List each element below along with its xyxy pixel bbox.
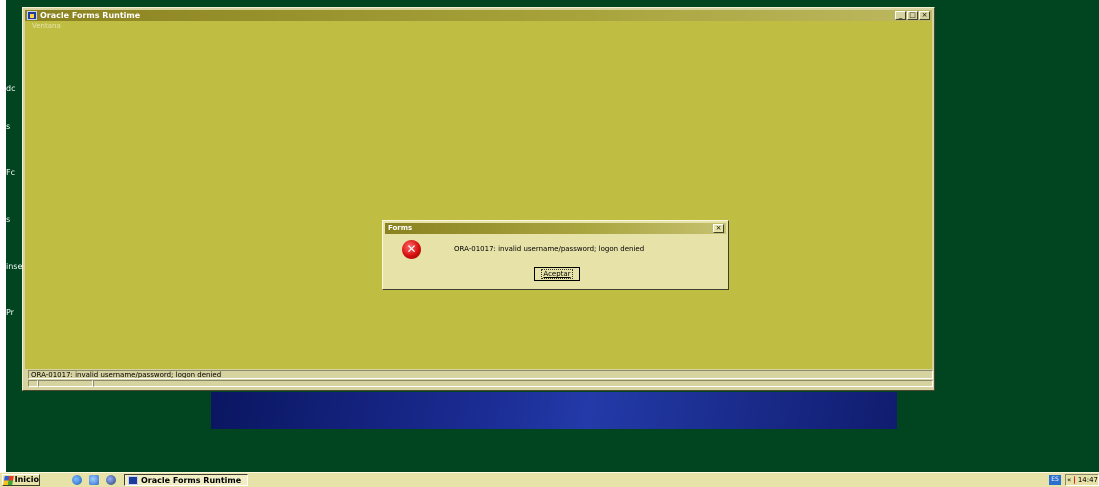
desktop-icon-label[interactable]: inse (6, 262, 22, 271)
oracle-forms-window: Oracle Forms Runtime _ □ × Ventana ORA-0… (22, 7, 935, 391)
internet-explorer-icon[interactable] (72, 475, 82, 485)
menu-item-ventana[interactable]: Ventana (32, 21, 61, 31)
background-window (211, 392, 897, 429)
accept-button-label: Aceptar (541, 269, 573, 279)
oracle-forms-icon (128, 475, 138, 485)
desktop-icon-label[interactable]: Fc (6, 168, 15, 177)
desktop-icon-label[interactable]: dc (6, 84, 15, 93)
menu-bar: Ventana (25, 21, 932, 31)
tray-expand-icon[interactable]: « (1067, 476, 1071, 484)
close-button[interactable]: × (919, 11, 930, 20)
forms-client-area (25, 31, 932, 369)
start-button[interactable]: Inicio (2, 474, 40, 486)
dialog-title-bar[interactable]: Forms × (385, 223, 726, 234)
start-label: Inicio (14, 475, 39, 484)
desktop-edge (0, 0, 6, 472)
status-message: ORA-01017: invalid username/password; lo… (28, 370, 933, 379)
desktop-icon-label[interactable]: Pr (6, 308, 14, 317)
status-cell (38, 380, 93, 387)
status-bar: ORA-01017: invalid username/password; lo… (25, 369, 933, 388)
show-desktop-icon[interactable] (89, 475, 99, 485)
taskbar-button-label: Oracle Forms Runtime (141, 475, 242, 485)
taskbar: Inicio Oracle Forms Runtime ES « 14:47 (0, 472, 1099, 487)
window-title-bar[interactable]: Oracle Forms Runtime _ □ × (25, 10, 932, 21)
windows-logo-icon (3, 475, 14, 485)
oracle-forms-icon[interactable] (27, 11, 37, 20)
error-message: ORA-01017: invalid username/password; lo… (454, 245, 645, 253)
accept-button[interactable]: Aceptar (534, 267, 580, 281)
media-player-icon[interactable] (106, 475, 116, 485)
dialog-close-button[interactable]: × (713, 224, 724, 233)
error-dialog: Forms × ✕ ORA-01017: invalid username/pa… (382, 220, 729, 290)
status-cell (28, 380, 38, 387)
clock[interactable]: 14:47 (1078, 476, 1098, 484)
dialog-title: Forms (388, 224, 413, 232)
error-icon: ✕ (402, 240, 421, 259)
maximize-button[interactable]: □ (907, 11, 918, 20)
taskbar-button-oracle-forms[interactable]: Oracle Forms Runtime (124, 474, 248, 486)
security-shield-icon[interactable] (1074, 476, 1075, 484)
minimize-button[interactable]: _ (895, 11, 906, 20)
desktop-icon-label[interactable]: s (6, 215, 10, 224)
window-controls: _ □ × (895, 11, 930, 20)
desktop: dc s Fc s inse Pr Oracle Forms Runtime _… (0, 0, 1099, 472)
status-cell (93, 380, 933, 387)
system-tray: « 14:47 (1065, 474, 1099, 486)
desktop-icon-label[interactable]: s (6, 122, 10, 131)
language-indicator[interactable]: ES (1049, 475, 1061, 485)
window-title: Oracle Forms Runtime (40, 11, 141, 20)
